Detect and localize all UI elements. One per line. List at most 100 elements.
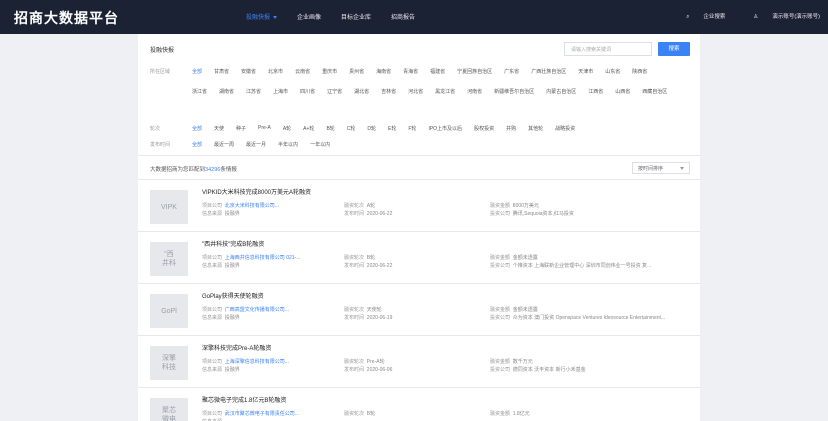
news-title[interactable]: GoPlay获得天使轮融资: [202, 291, 264, 300]
time-option[interactable]: 半年以内: [278, 141, 298, 148]
region-option[interactable]: 福建省: [430, 68, 445, 75]
search-input[interactable]: 请输入搜索关键词: [564, 42, 652, 56]
region-option[interactable]: 浙江省: [192, 88, 207, 95]
round-option[interactable]: B轮: [326, 125, 334, 132]
region-option[interactable]: 吉林省: [381, 88, 396, 95]
meta-value: 1.8亿元: [512, 411, 530, 417]
region-option[interactable]: 四川省: [300, 88, 315, 95]
region-option[interactable]: 辽宁省: [327, 88, 342, 95]
region-option[interactable]: 重庆市: [322, 68, 337, 75]
results-count: 34296: [205, 167, 221, 173]
region-option[interactable]: 安徽省: [241, 68, 256, 75]
company-logo-placeholder: 深擎 科技: [150, 346, 188, 380]
company-link[interactable]: 广西高盟文化传播有限公司...: [225, 307, 289, 313]
region-option[interactable]: 北京市: [268, 68, 283, 75]
account-menu[interactable]: ♙ 演示账号(演示账号): [739, 12, 820, 21]
region-option[interactable]: 西藏自治区: [642, 88, 667, 95]
round-option[interactable]: 天使: [214, 125, 224, 132]
region-option[interactable]: 河北省: [408, 88, 423, 95]
sort-dropdown[interactable]: 按时间排序: [632, 162, 690, 174]
region-option[interactable]: 甘肃省: [214, 68, 229, 75]
round-option[interactable]: Pre-A: [258, 125, 271, 132]
amount-meta: 融资金额 金额未透露: [490, 254, 690, 261]
round-option[interactable]: C轮: [347, 125, 356, 132]
region-option[interactable]: 湖北省: [354, 88, 369, 95]
meta-label: 信息来源: [202, 367, 223, 373]
region-option[interactable]: 新疆维吾尔自治区: [494, 88, 534, 95]
company-link[interactable]: 北京大米科技有限公司...: [225, 203, 279, 209]
company-link[interactable]: 上海深擎信息科技有限公司...: [225, 359, 289, 365]
main-nav: 投融快报 企业画像 目标企业库 招商报告: [246, 12, 435, 21]
region-option[interactable]: 云南省: [295, 68, 310, 75]
round-option[interactable]: F轮: [408, 125, 416, 132]
news-title[interactable]: 聚芯微电子完成1.8亿元B轮融资: [202, 395, 286, 404]
search-button[interactable]: 搜索: [658, 42, 690, 56]
round-option[interactable]: 战略投资: [555, 125, 575, 132]
round-option[interactable]: 全部: [192, 125, 202, 132]
region-option[interactable]: 上海市: [273, 88, 288, 95]
company-logo-placeholder: "西 井科: [150, 242, 188, 276]
platform-logo[interactable]: 招商大数据平台: [14, 8, 119, 28]
company-link[interactable]: 上海西井信息科技有限公司 021-...: [225, 255, 301, 261]
region-option[interactable]: 广东省: [504, 68, 519, 75]
round-option[interactable]: D轮: [367, 125, 376, 132]
region-option[interactable]: 广西壮族自治区: [531, 68, 566, 75]
region-option[interactable]: 海南省: [376, 68, 391, 75]
round-option[interactable]: 其他轮: [528, 125, 543, 132]
time-option[interactable]: 全部: [192, 141, 202, 148]
time-option[interactable]: 最近一月: [246, 141, 266, 148]
region-option[interactable]: 江苏省: [246, 88, 261, 95]
news-item[interactable]: GoPl GoPlay获得天使轮融资 项目公司 广西高盟文化传播有限公司... 信息来…: [138, 284, 700, 336]
nav-item-reports[interactable]: 招商报告: [391, 12, 415, 21]
company-meta: 项目公司 上海深擎信息科技有限公司...: [202, 358, 342, 365]
meta-label: 项目公司: [202, 359, 223, 365]
region-option[interactable]: 湖南省: [219, 88, 234, 95]
chevron-down-icon: [273, 15, 278, 19]
meta-label: 融资轮次: [344, 203, 365, 209]
company-link[interactable]: 武汉市聚芯微电子有限责任公司...: [225, 411, 299, 417]
time-option[interactable]: 一年以内: [310, 141, 330, 148]
news-item[interactable]: "西 井科 "西井科技"完成B轮融资 项目公司 上海西井信息科技有限公司 021-.…: [138, 232, 700, 284]
round-option[interactable]: 股权投资: [474, 125, 494, 132]
investor-meta: 投资公司 德同资本 沃丰资本 新行小禾基金: [490, 366, 690, 373]
news-item[interactable]: 深擎 科技 深擎科技完成Pre-A轮融资 项目公司 上海深擎信息科技有限公司... 信…: [138, 336, 700, 388]
nav-item-target-enterprises[interactable]: 目标企业库: [341, 12, 371, 21]
enterprise-search-link[interactable]: ⌕ 企业搜索: [672, 12, 725, 21]
region-option[interactable]: 全部: [192, 68, 202, 75]
news-title[interactable]: 深擎科技完成Pre-A轮融资: [202, 343, 271, 352]
round-option[interactable]: A轮: [283, 125, 291, 132]
region-option[interactable]: 青海省: [403, 68, 418, 75]
nav-item-financing-news[interactable]: 投融快报: [246, 12, 278, 21]
meta-label: 信息来源: [202, 211, 223, 217]
news-title[interactable]: "西井科技"完成B轮融资: [202, 239, 264, 248]
round-option[interactable]: A+轮: [303, 125, 314, 132]
meta-label: 融资金额: [490, 411, 511, 417]
region-option[interactable]: 宁夏回族自治区: [457, 68, 492, 75]
region-option[interactable]: 陕西省: [632, 68, 647, 75]
round-meta: 融资轮次 天使轮: [344, 306, 464, 313]
region-option[interactable]: 山东省: [605, 68, 620, 75]
news-item[interactable]: 聚芯 微电 聚芯微电子完成1.8亿元B轮融资 项目公司 武汉市聚芯微电子有限责任公司…: [138, 388, 700, 421]
meta-value: 数千万元: [512, 359, 533, 365]
round-option[interactable]: E轮: [388, 125, 396, 132]
region-option[interactable]: 江西省: [588, 88, 603, 95]
region-option[interactable]: 贵州省: [349, 68, 364, 75]
time-option[interactable]: 最近一周: [214, 141, 234, 148]
nav-item-enterprise-profile[interactable]: 企业画像: [297, 12, 321, 21]
meta-label: 投资公司: [490, 367, 511, 373]
meta-label: 融资金额: [490, 203, 511, 209]
meta-label: 信息来源: [202, 315, 223, 321]
round-option[interactable]: 并购: [506, 125, 516, 132]
round-option[interactable]: 种子: [236, 125, 246, 132]
region-option[interactable]: 天津市: [578, 68, 593, 75]
region-option[interactable]: 山西省: [615, 88, 630, 95]
round-option[interactable]: IPO上市及以后: [428, 125, 462, 132]
search-icon: ⌕: [686, 14, 690, 20]
news-item[interactable]: VIPK VIPKID大米科技完成8000万美元A轮融资 项目公司 北京大米科技有限…: [138, 180, 700, 232]
region-option[interactable]: 内蒙古自治区: [546, 88, 576, 95]
region-option[interactable]: 黑龙江省: [435, 88, 455, 95]
region-option[interactable]: 河南省: [467, 88, 482, 95]
region-filter: 所在区域 全部 甘肃省 安徽省 北京市 云南省 重庆市 贵州省 海南省 青海省 福建省 宁夏回族自治…: [150, 68, 682, 108]
user-icon: ♙: [753, 14, 759, 20]
news-title[interactable]: VIPKID大米科技完成8000万美元A轮融资: [202, 187, 311, 196]
